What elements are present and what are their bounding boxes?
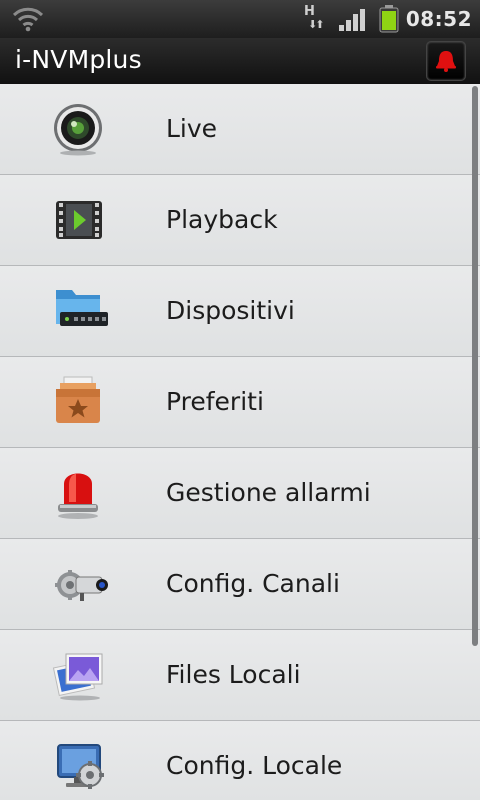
menu-item-preferiti[interactable]: Preferiti xyxy=(0,357,480,448)
bell-icon xyxy=(436,51,456,72)
menu-item-files-locali[interactable]: Files Locali xyxy=(0,630,480,721)
monitor-gear-icon xyxy=(50,737,110,795)
data-activity-icon: H ⬇⬆ xyxy=(304,4,325,31)
menu-item-playback[interactable]: Playback xyxy=(0,175,480,266)
menu-item-label: Preferiti xyxy=(166,387,264,416)
list-scrollbar[interactable] xyxy=(472,86,478,646)
menu-item-dispositivi[interactable]: Dispositivi xyxy=(0,266,480,357)
menu-item-config-canali[interactable]: Config. Canali xyxy=(0,539,480,630)
menu-item-config-locale[interactable]: Config. Locale xyxy=(0,721,480,800)
folder-dvr-icon xyxy=(50,282,110,340)
wifi-icon xyxy=(12,6,44,36)
battery-icon xyxy=(378,5,400,37)
status-time: 08:52 xyxy=(405,7,472,31)
menu-item-label: Dispositivi xyxy=(166,296,295,325)
menu-item-label: Config. Canali xyxy=(166,569,340,598)
menu-item-label: Live xyxy=(166,114,218,143)
star-box-icon xyxy=(50,373,110,431)
app-title: i-NVMplus xyxy=(15,45,142,74)
camera-gear-icon xyxy=(50,555,110,613)
alarm-button[interactable] xyxy=(426,41,466,81)
menu-item-label: Config. Locale xyxy=(166,751,343,780)
network-type-label: H xyxy=(304,4,315,19)
camera-lens-icon xyxy=(50,100,110,158)
menu-item-gestione-allarmi[interactable]: Gestione allarmi xyxy=(0,448,480,539)
title-bar: i-NVMplus xyxy=(0,38,480,85)
photos-icon xyxy=(50,646,110,704)
signal-strength-icon xyxy=(338,8,366,36)
status-bar: H ⬇⬆ 08:52 xyxy=(0,0,480,38)
menu-item-label: Gestione allarmi xyxy=(166,478,371,507)
main-menu-list: Live Playback Dispositivi Preferiti Gest… xyxy=(0,84,480,800)
menu-item-label: Files Locali xyxy=(166,660,301,689)
menu-item-label: Playback xyxy=(166,205,278,234)
film-play-icon xyxy=(50,191,110,249)
menu-item-live[interactable]: Live xyxy=(0,84,480,175)
siren-light-icon xyxy=(50,464,110,522)
